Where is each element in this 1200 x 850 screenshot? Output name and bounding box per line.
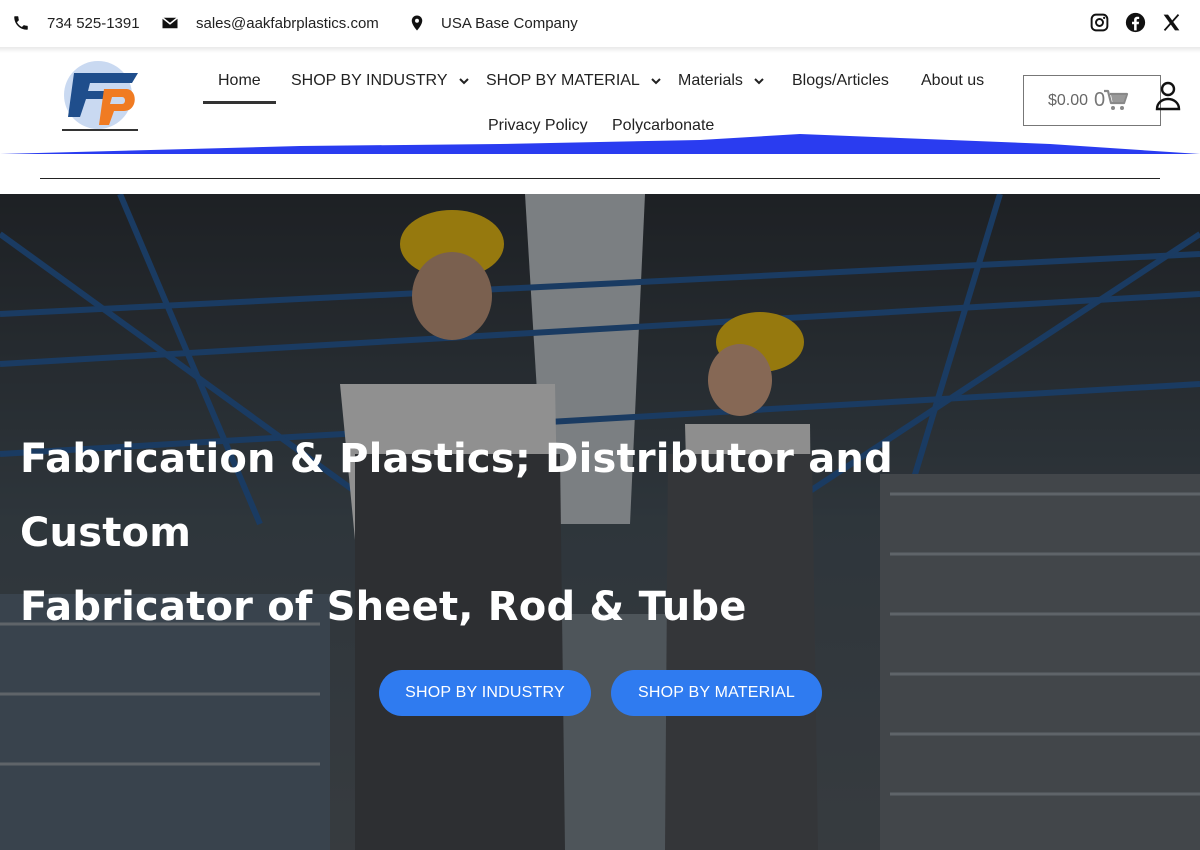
chevron-down-icon xyxy=(650,75,662,87)
cart-icon xyxy=(1103,88,1129,114)
nav-blogs-articles[interactable]: Blogs/Articles xyxy=(792,67,889,95)
nav-materials[interactable]: Materials xyxy=(678,67,765,95)
phone-icon xyxy=(11,13,31,33)
company-location: USA Base Company xyxy=(407,12,578,34)
user-account-icon[interactable] xyxy=(1155,81,1181,111)
active-nav-indicator xyxy=(203,101,276,104)
nav-shop-by-industry-link[interactable]: SHOP BY INDUSTRY xyxy=(291,72,470,90)
nav-materials-label: Materials xyxy=(678,72,743,89)
social-links xyxy=(1088,11,1182,33)
hero-title-line2: Fabricator of Sheet, Rod & Tube xyxy=(20,584,747,630)
nav-blogs-articles-label[interactable]: Blogs/Articles xyxy=(792,72,889,90)
shop-by-industry-button[interactable]: SHOP BY INDUSTRY xyxy=(379,670,591,716)
shop-by-material-button[interactable]: SHOP BY MATERIAL xyxy=(611,670,822,716)
hero-title-line1: Fabrication & Plastics; Distributor and … xyxy=(20,436,893,556)
nav-home[interactable]: Home xyxy=(218,67,261,95)
nav-materials-link[interactable]: Materials xyxy=(678,72,765,90)
company-label: USA Base Company xyxy=(441,14,578,32)
nav-shop-by-material[interactable]: SHOP BY MATERIAL xyxy=(486,67,662,95)
phone-number: 734 525-1391 xyxy=(47,14,140,32)
section-divider xyxy=(40,178,1160,179)
chevron-down-icon xyxy=(458,75,470,87)
nav-about-us-label[interactable]: About us xyxy=(921,72,984,90)
nav-shop-by-material-link[interactable]: SHOP BY MATERIAL xyxy=(486,72,662,90)
facebook-icon[interactable] xyxy=(1124,11,1146,33)
email-contact[interactable]: sales@aakfabrplastics.com xyxy=(160,12,379,34)
site-logo[interactable] xyxy=(60,59,142,137)
header-wave-divider xyxy=(0,134,1200,158)
cart-button[interactable]: $0.00 0 xyxy=(1023,75,1161,126)
email-address: sales@aakfabrplastics.com xyxy=(196,14,379,32)
hero-banner: Fabrication & Plastics; Distributor and … xyxy=(0,194,1200,850)
instagram-icon[interactable] xyxy=(1088,11,1110,33)
envelope-icon xyxy=(160,13,180,33)
phone-contact[interactable]: 734 525-1391 xyxy=(11,12,140,34)
nav-home-label[interactable]: Home xyxy=(218,72,261,90)
x-icon[interactable] xyxy=(1160,11,1182,33)
chevron-down-icon xyxy=(753,75,765,87)
nav-shop-by-material-label: SHOP BY MATERIAL xyxy=(486,72,640,89)
header-shadow xyxy=(0,47,1200,53)
hero-title: Fabrication & Plastics; Distributor and … xyxy=(20,422,1060,644)
nav-shop-by-industry-label: SHOP BY INDUSTRY xyxy=(291,72,448,89)
map-pin-icon xyxy=(407,13,427,33)
top-contact-bar: 734 525-1391 sales@aakfabrplastics.com U… xyxy=(0,0,1200,47)
nav-shop-by-industry[interactable]: SHOP BY INDUSTRY xyxy=(291,67,470,95)
nav-about-us[interactable]: About us xyxy=(921,67,984,95)
cart-total: $0.00 xyxy=(1048,91,1089,109)
